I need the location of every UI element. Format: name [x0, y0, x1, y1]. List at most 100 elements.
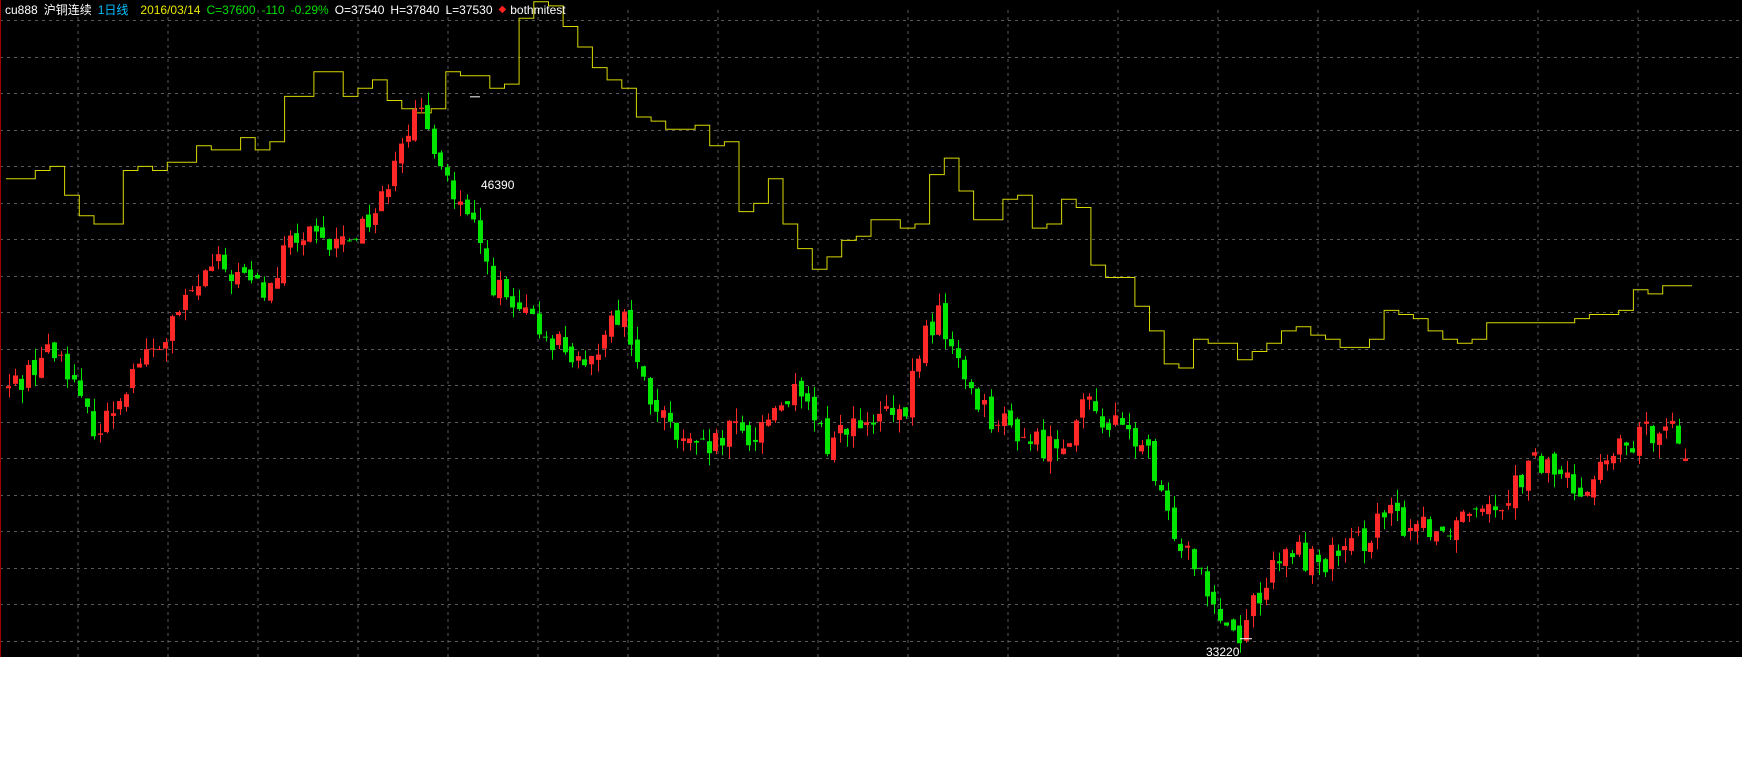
candle[interactable]	[52, 341, 57, 362]
candle[interactable]	[307, 225, 312, 243]
candle[interactable]	[700, 429, 705, 441]
candle[interactable]	[1473, 506, 1478, 518]
candle[interactable]	[799, 377, 804, 409]
candle[interactable]	[759, 415, 764, 454]
candle[interactable]	[825, 406, 830, 457]
candle[interactable]	[1309, 546, 1314, 584]
candle[interactable]	[255, 272, 260, 279]
candle[interactable]	[124, 392, 129, 412]
candle[interactable]	[596, 343, 601, 372]
candle[interactable]	[1650, 424, 1655, 452]
candle[interactable]	[1486, 495, 1491, 523]
candle[interactable]	[478, 207, 483, 254]
candle[interactable]	[1336, 544, 1341, 566]
candle[interactable]	[1270, 551, 1275, 590]
candle[interactable]	[242, 263, 247, 274]
candle[interactable]	[1493, 494, 1498, 518]
candle[interactable]	[1178, 538, 1183, 559]
candle[interactable]	[353, 237, 358, 242]
candle[interactable]	[1198, 567, 1203, 575]
candle[interactable]	[301, 232, 306, 256]
candle[interactable]	[707, 429, 712, 466]
chart-panel[interactable]: 46390 33220 cu888 沪铜连续 1日线 2016/03/14 C=…	[0, 0, 1742, 657]
candle[interactable]	[844, 428, 849, 447]
candle[interactable]	[923, 319, 928, 367]
candle[interactable]	[890, 395, 895, 423]
candle[interactable]	[248, 261, 253, 284]
candle[interactable]	[648, 377, 653, 415]
candle[interactable]	[864, 412, 869, 436]
candle[interactable]	[936, 293, 941, 337]
candle[interactable]	[340, 225, 345, 253]
candle[interactable]	[949, 331, 954, 355]
candle[interactable]	[504, 276, 509, 300]
candle[interactable]	[1283, 547, 1288, 578]
candle[interactable]	[13, 368, 18, 386]
candle[interactable]	[65, 346, 70, 388]
candle[interactable]	[694, 439, 699, 455]
candle[interactable]	[1192, 548, 1197, 576]
candle[interactable]	[668, 401, 673, 428]
indicator-name[interactable]: bothmitest	[510, 2, 565, 18]
candle[interactable]	[189, 285, 194, 293]
candle[interactable]	[1165, 482, 1170, 521]
candle[interactable]	[1244, 609, 1249, 643]
candle[interactable]	[1218, 598, 1223, 624]
candle[interactable]	[1513, 465, 1518, 520]
candle[interactable]	[26, 360, 31, 392]
candle[interactable]	[1080, 393, 1085, 429]
candle[interactable]	[1126, 413, 1131, 440]
candle[interactable]	[1670, 412, 1675, 429]
candle[interactable]	[1401, 500, 1406, 538]
candle[interactable]	[1139, 439, 1144, 455]
candle[interactable]	[1388, 497, 1393, 526]
candle[interactable]	[1375, 502, 1380, 550]
candle[interactable]	[563, 325, 568, 355]
candle[interactable]	[183, 288, 188, 321]
candle[interactable]	[235, 262, 240, 289]
candle[interactable]	[1047, 425, 1052, 474]
candle[interactable]	[772, 405, 777, 423]
candle[interactable]	[104, 402, 109, 434]
candle[interactable]	[1421, 506, 1426, 531]
candle[interactable]	[203, 269, 208, 288]
candle[interactable]	[969, 379, 974, 395]
candle[interactable]	[1427, 516, 1432, 541]
candle[interactable]	[1624, 441, 1629, 456]
candle[interactable]	[628, 300, 633, 357]
candle[interactable]	[1100, 408, 1105, 434]
candle[interactable]	[569, 343, 574, 368]
candle[interactable]	[196, 274, 201, 301]
candle[interactable]	[1205, 566, 1210, 607]
candle[interactable]	[615, 299, 620, 326]
candle[interactable]	[1644, 412, 1649, 436]
candle[interactable]	[98, 423, 103, 443]
candle[interactable]	[1021, 427, 1026, 439]
candle[interactable]	[1290, 550, 1295, 564]
candle[interactable]	[1604, 454, 1609, 471]
candle[interactable]	[1637, 422, 1642, 464]
candle[interactable]	[1480, 505, 1485, 516]
candle[interactable]	[406, 124, 411, 148]
candle[interactable]	[281, 236, 286, 286]
candle[interactable]	[1034, 428, 1039, 452]
candle[interactable]	[654, 388, 659, 423]
candle[interactable]	[727, 420, 732, 459]
candle[interactable]	[1454, 517, 1459, 553]
candle[interactable]	[989, 389, 994, 433]
candle[interactable]	[465, 194, 470, 216]
candle[interactable]	[85, 398, 90, 414]
candle[interactable]	[386, 184, 391, 204]
candle[interactable]	[1611, 453, 1616, 470]
candle[interactable]	[294, 223, 299, 252]
candle[interactable]	[720, 430, 725, 456]
candle[interactable]	[314, 218, 319, 244]
candle[interactable]	[687, 432, 692, 451]
candle[interactable]	[216, 246, 221, 270]
candle[interactable]	[1113, 402, 1118, 427]
candle[interactable]	[1087, 393, 1092, 410]
candle[interactable]	[268, 282, 273, 304]
candle[interactable]	[78, 368, 83, 398]
candle[interactable]	[943, 293, 948, 350]
candle[interactable]	[419, 97, 424, 114]
